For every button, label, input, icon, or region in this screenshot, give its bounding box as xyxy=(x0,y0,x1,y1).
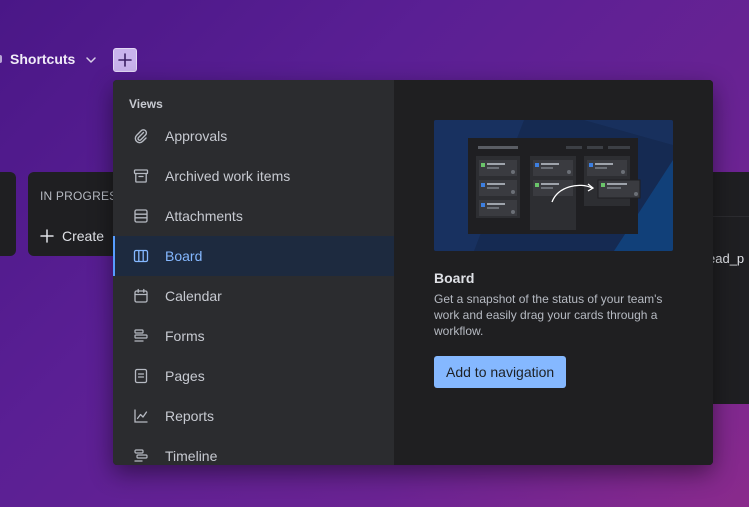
create-label: Create xyxy=(62,228,105,244)
board-preview-illustration xyxy=(434,120,673,251)
menu-item-label: Pages xyxy=(165,368,205,384)
timeline-icon xyxy=(134,449,148,462)
create-button[interactable]: Create xyxy=(40,228,104,244)
shortcuts-dot-icon xyxy=(0,55,2,63)
menu-item-reports[interactable]: Reports xyxy=(113,396,394,436)
menu-item-calendar[interactable]: Calendar xyxy=(113,276,394,316)
archive-icon xyxy=(133,169,149,183)
views-popup: Views Approvals Archived work items Atta… xyxy=(113,80,713,465)
menu-item-label: Forms xyxy=(165,328,205,344)
plus-icon xyxy=(118,53,132,67)
view-preview-panel: Board Get a snapshot of the status of yo… xyxy=(394,80,713,465)
menu-item-forms[interactable]: Forms xyxy=(113,316,394,356)
views-heading: Views xyxy=(129,97,163,111)
plus-icon xyxy=(40,229,54,243)
shortcuts-bar: Shortcuts xyxy=(0,48,140,72)
menu-item-label: Calendar xyxy=(165,288,222,304)
calendar-icon xyxy=(134,288,148,303)
menu-item-approvals[interactable]: Approvals xyxy=(113,116,394,156)
preview-title: Board xyxy=(434,270,475,286)
menu-item-label: Approvals xyxy=(165,128,228,144)
add-to-navigation-button[interactable]: Add to navigation xyxy=(434,356,567,388)
menu-item-pages[interactable]: Pages xyxy=(113,356,394,396)
menu-item-label: Board xyxy=(165,248,203,264)
menu-item-board[interactable]: Board xyxy=(113,236,394,276)
chevron-down-icon[interactable] xyxy=(84,53,98,67)
forms-icon xyxy=(134,329,148,342)
board-column-stub xyxy=(0,172,16,256)
menu-item-label: Attachments xyxy=(165,208,243,224)
column-item-text[interactable]: ead_p xyxy=(708,251,744,266)
board-icon xyxy=(133,249,149,263)
shortcuts-label[interactable]: Shortcuts xyxy=(10,51,75,67)
paperclip-icon xyxy=(134,129,148,144)
menu-item-label: Reports xyxy=(165,408,215,424)
preview-description: Get a snapshot of the status of your tea… xyxy=(434,292,663,338)
reports-icon xyxy=(134,409,148,423)
menu-item-label: Timeline xyxy=(165,448,218,464)
menu-item-archived-work-items[interactable]: Archived work items xyxy=(113,156,394,196)
attachments-icon xyxy=(134,209,148,223)
menu-item-attachments[interactable]: Attachments xyxy=(113,196,394,236)
pages-icon xyxy=(134,368,148,384)
menu-item-timeline[interactable]: Timeline xyxy=(113,436,394,465)
add-shortcut-button[interactable] xyxy=(113,48,137,72)
menu-item-label: Archived work items xyxy=(165,168,291,184)
views-menu: Views Approvals Archived work items Atta… xyxy=(113,80,394,465)
